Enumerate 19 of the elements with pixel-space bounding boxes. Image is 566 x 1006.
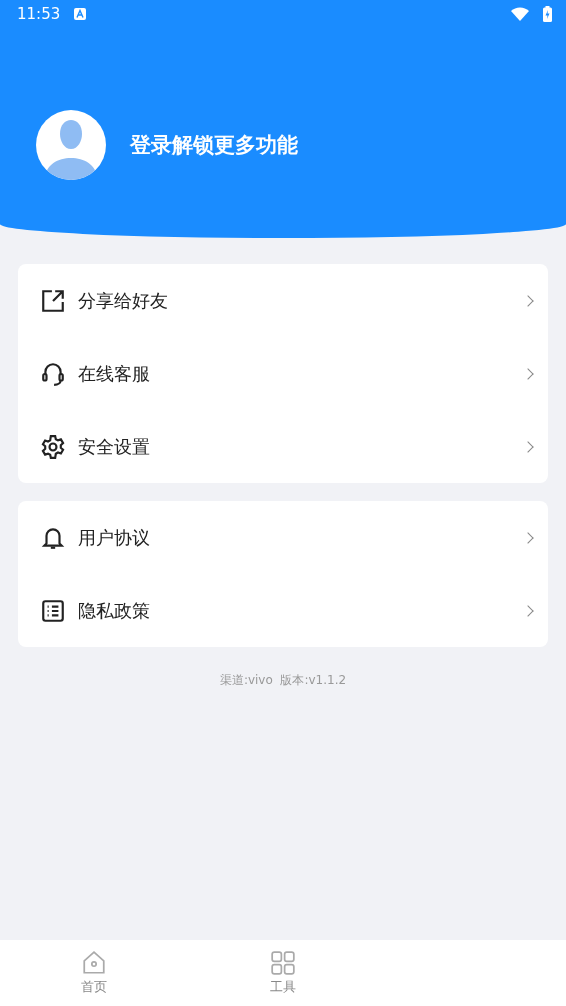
version-text: 渠道:vivo 版本:v1.1.2 [219, 673, 347, 687]
settings-icon [40, 433, 66, 460]
menu-item[interactable]: 在线客服 [18, 337, 548, 410]
menu-item[interactable]: 安全设置 [18, 410, 548, 483]
status-time: 11:53 [17, 5, 61, 23]
wifi-icon [511, 7, 529, 21]
headset-icon [40, 360, 66, 387]
nav-tab[interactable]: 工具 [188, 940, 378, 1006]
list-icon [40, 597, 66, 624]
menu-item[interactable]: 用户协议 [18, 501, 548, 574]
nav-tab[interactable]: 首页 [0, 940, 189, 1006]
battery-icon [543, 6, 552, 22]
notification-icon [74, 8, 87, 20]
home-icon [81, 950, 108, 976]
avatar[interactable] [36, 110, 106, 180]
grid-icon [270, 950, 296, 976]
menu-item[interactable]: 隐私政策 [18, 574, 548, 647]
menu-item[interactable]: 分享给好友 [18, 264, 548, 337]
share-icon [40, 287, 66, 314]
